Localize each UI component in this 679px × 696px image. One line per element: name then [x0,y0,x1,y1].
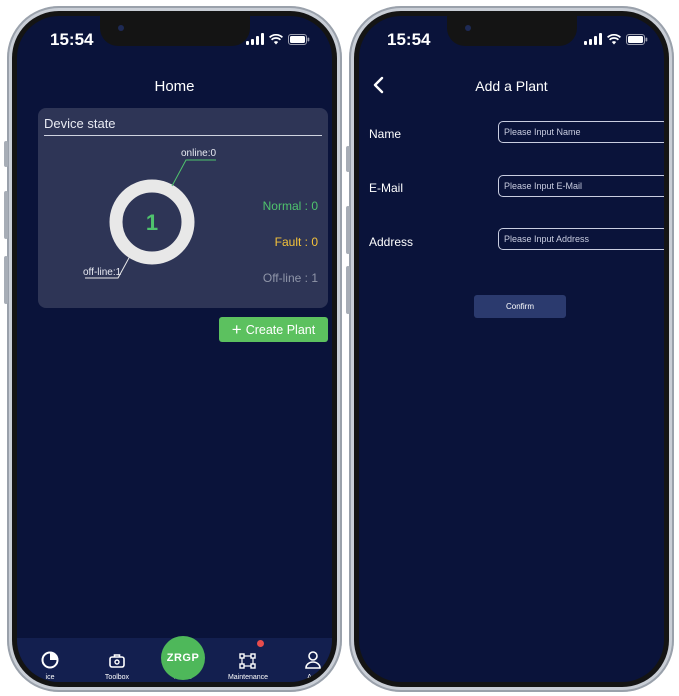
tab-maintenance[interactable]: Maintenance [218,652,278,681]
battery-icon [288,33,310,45]
tab-label: Toolbox [104,674,130,681]
battery-icon [626,33,648,45]
status-time: 15:54 [387,30,431,49]
name-input[interactable] [498,121,664,143]
online-leader [171,159,216,187]
device-state-card: Device state 1 online:0 off-line:1 Norma… [38,108,328,308]
online-label: online:0 [181,148,217,159]
create-plant-button[interactable]: + Create Plant [219,317,328,342]
tab-device[interactable]: ice [20,650,80,681]
page-title: Home [154,78,195,95]
pie-chart-icon [41,651,59,669]
confirm-button[interactable]: Confirm [474,295,566,318]
notification-badge [257,640,264,647]
user-icon [305,651,321,669]
home-screen: 15:54 Home Device state 1 online:0 off-l… [17,16,332,682]
phone-bezel: 15:54 Add a Plant Name E-Mail Address Co [354,11,669,687]
plus-icon: + [231,320,242,339]
address-label: Address [369,235,414,249]
home-logo-button[interactable]: ZRGP [161,636,205,680]
offline-count: Off-line : 1 [262,271,318,285]
tab-label: Maintenance [227,674,269,681]
email-label: E-Mail [369,181,404,195]
network-icon [239,653,256,669]
tab-account[interactable]: Acc [283,650,332,681]
notch [99,16,250,46]
signal-icon [246,33,264,45]
volume-up-button [346,206,350,254]
notch [446,16,577,46]
status-time: 15:54 [50,30,94,49]
wifi-icon [269,33,283,45]
address-input[interactable] [498,228,664,250]
signal-icon [584,33,602,45]
normal-count: Normal : 0 [262,199,318,213]
offline-label: off-line:1 [83,267,122,278]
create-plant-label: Create Plant [245,322,316,337]
phone-bezel: 15:54 Home Device state 1 online:0 off-l… [12,11,337,687]
tab-toolbox[interactable]: Toolbox [87,652,147,681]
right-phone: 15:54 Add a Plant Name E-Mail Address Co [346,6,674,692]
camera [117,25,124,31]
camera [464,25,471,31]
left-phone: 15:54 Home Device state 1 online:0 off-l… [4,6,342,692]
volume-up-button [4,191,8,239]
status-icons [246,33,310,45]
volume-down-button [346,266,350,314]
page-title: Add a Plant [475,78,548,94]
tab-label: Acc [307,674,319,681]
name-label: Name [369,127,402,141]
status-icons [584,33,648,45]
wifi-icon [607,33,621,45]
tab-label: ice [45,674,55,681]
fault-count: Fault : 0 [274,235,318,249]
email-input[interactable] [498,175,664,197]
side-button [4,141,8,167]
side-button [346,146,350,172]
toolbox-icon [109,654,125,668]
volume-down-button [4,256,8,304]
add-plant-screen: 15:54 Add a Plant Name E-Mail Address Co [359,16,664,682]
